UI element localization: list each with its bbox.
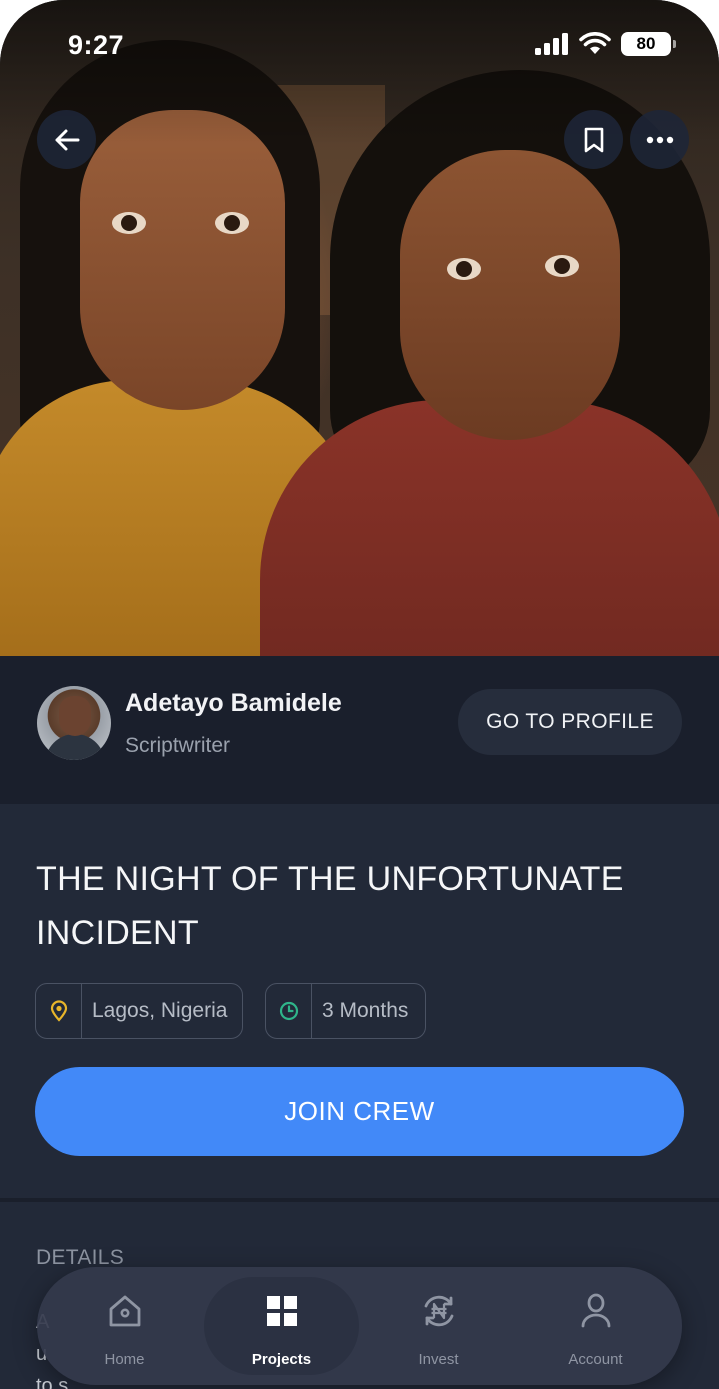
nav-home[interactable]: Home: [47, 1267, 202, 1385]
nav-invest-label: Invest: [418, 1351, 459, 1368]
status-icons: 80: [535, 32, 676, 56]
author-avatar[interactable]: [37, 686, 111, 760]
duration-chip: 3 Months: [265, 983, 426, 1039]
location-pin-icon: [50, 1000, 67, 1022]
location-chip: Lagos, Nigeria: [35, 983, 243, 1039]
naira-cycle-icon: [424, 1295, 453, 1327]
join-crew-button[interactable]: JOIN CREW: [35, 1067, 684, 1156]
project-summary: THE NIGHT OF THE UNFORTUNATE INCIDENT La…: [0, 804, 719, 1198]
nav-home-label: Home: [104, 1351, 145, 1368]
back-button[interactable]: [37, 110, 96, 169]
status-time: 9:27: [68, 30, 125, 60]
nav-projects-label: Projects: [251, 1351, 312, 1368]
author-name: Adetayo Bamidele: [125, 689, 342, 717]
user-icon: [581, 1293, 610, 1328]
project-detail-screen: 9:27 80 Adetayo Bamidele Scriptwriter GO…: [0, 0, 719, 1389]
author-section: Adetayo Bamidele Scriptwriter GO TO PROF…: [0, 656, 719, 804]
bottom-navigation: Home Projects Invest Account: [37, 1267, 682, 1385]
duration-text: 3 Months: [322, 999, 409, 1022]
home-icon: [109, 1295, 140, 1327]
nav-invest[interactable]: Invest: [361, 1267, 516, 1385]
bookmark-button[interactable]: [564, 110, 623, 169]
author-role: Scriptwriter: [125, 734, 231, 757]
arrow-left-icon: [55, 129, 79, 150]
more-horizontal-icon: [646, 136, 673, 143]
project-title: THE NIGHT OF THE UNFORTUNATE INCIDENT: [36, 860, 624, 952]
nav-projects[interactable]: Projects: [204, 1267, 359, 1385]
clock-icon: [279, 1001, 298, 1021]
wifi-icon: [579, 32, 611, 54]
signal-icon: [535, 33, 568, 55]
nav-account-label: Account: [568, 1351, 623, 1368]
grid-icon: [266, 1296, 297, 1326]
go-to-profile-button[interactable]: GO TO PROFILE: [458, 689, 682, 755]
location-text: Lagos, Nigeria: [92, 999, 228, 1022]
battery-indicator: 80: [621, 32, 676, 56]
bookmark-icon: [584, 127, 603, 152]
nav-account[interactable]: Account: [518, 1267, 673, 1385]
more-options-button[interactable]: [630, 110, 689, 169]
project-poster-image: [0, 0, 719, 656]
